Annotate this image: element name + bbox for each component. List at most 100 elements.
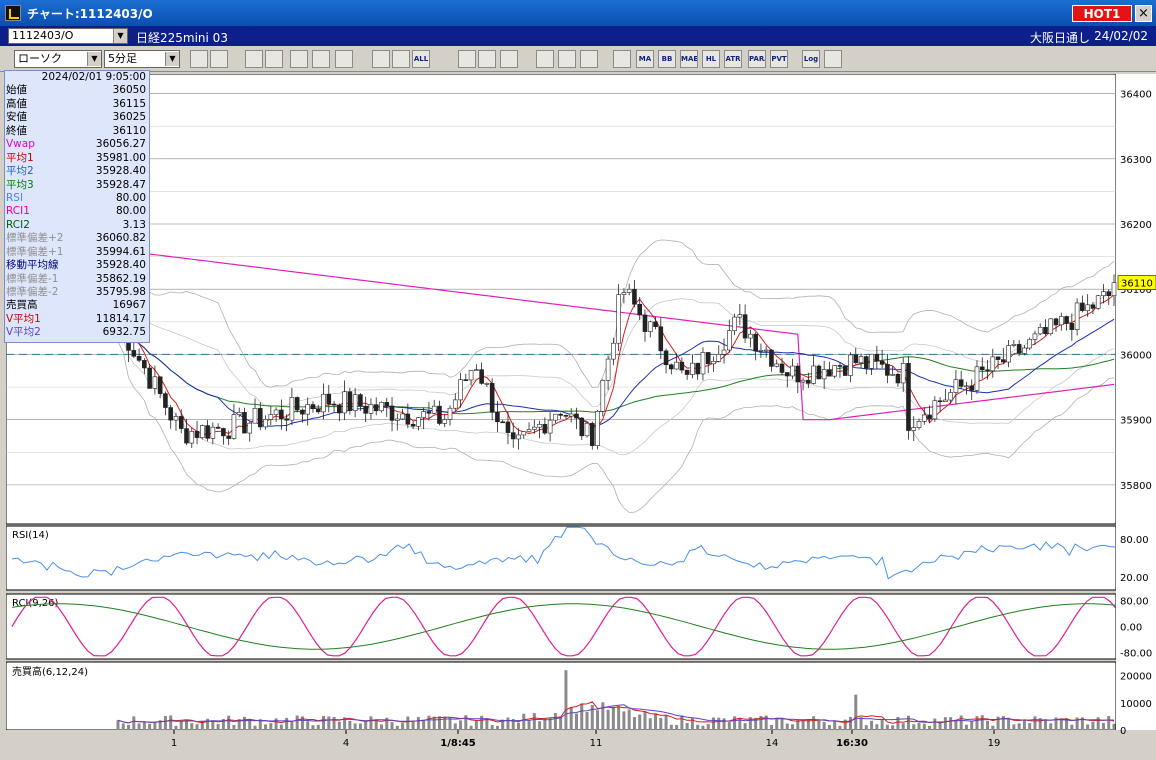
mae-icon[interactable]: MAE	[680, 50, 698, 68]
volume-bar	[938, 722, 942, 730]
x-tick-label: 14	[766, 738, 779, 749]
close-button[interactable]: ×	[1135, 5, 1152, 22]
volume-bar	[964, 724, 968, 730]
volume-bar	[121, 723, 125, 730]
data-row-value: 80.00	[115, 191, 146, 204]
volume-tick-label: 0	[1120, 726, 1126, 737]
export-icon[interactable]	[824, 50, 842, 68]
volume-bar	[933, 718, 937, 730]
grid-icon[interactable]	[536, 50, 554, 68]
volume-bar	[638, 714, 642, 730]
zoom-icon[interactable]	[190, 50, 208, 68]
wrench-icon[interactable]	[558, 50, 576, 68]
candle-body	[906, 363, 911, 431]
data-row: RCI2 3.13	[5, 219, 149, 232]
cursor-icon[interactable]	[478, 50, 496, 68]
candle-body	[595, 411, 600, 446]
volume-bar	[179, 721, 183, 730]
chart-canvas[interactable]: 3640036300362003610036000359003580036110…	[5, 73, 1156, 758]
candle-body	[368, 404, 374, 414]
data-row: RCI1 80.00	[5, 205, 149, 218]
volume-bar	[1033, 716, 1037, 730]
chevron-down-icon[interactable]: ▼	[113, 29, 127, 43]
volume-bar	[727, 722, 731, 730]
candle-body	[389, 405, 395, 421]
candle-body	[895, 374, 901, 384]
candle-body	[1006, 345, 1011, 363]
hot-button[interactable]: HOT1	[1072, 5, 1132, 22]
candle-body	[695, 362, 700, 375]
pvt-icon[interactable]: PVT	[770, 50, 788, 68]
volume-bar	[659, 717, 663, 730]
market-session: 大阪日通し	[1029, 31, 1090, 45]
color-icon[interactable]	[580, 50, 598, 68]
undo-icon[interactable]	[500, 50, 518, 68]
volume-bar	[411, 720, 415, 730]
window-title: チャート:1112403/O	[27, 6, 153, 21]
candle-body	[1037, 327, 1043, 335]
volume-bar	[1007, 717, 1011, 730]
symbol-select[interactable]: 1112403/O ▼	[8, 28, 128, 44]
volume-bar	[611, 706, 615, 730]
log-icon[interactable]: Log	[802, 50, 820, 68]
chart-area[interactable]: 36400 36300 36200 36100 36000 35900 35800 36110…	[5, 73, 1156, 758]
candle-body	[774, 363, 780, 367]
para-icon[interactable]: PARA	[748, 50, 766, 68]
data-row-value: 35981.00	[95, 151, 146, 164]
trend-icon[interactable]	[458, 50, 476, 68]
candle-body	[1074, 302, 1080, 330]
volume-bar	[980, 715, 984, 730]
candle-body	[568, 413, 574, 417]
volume-bar	[169, 715, 173, 730]
chevron-down-icon[interactable]: ▼	[87, 52, 101, 66]
candle-body	[136, 356, 142, 361]
data-row: V平均2 6932.75	[5, 326, 149, 339]
candle-body	[1016, 344, 1022, 354]
chart-type-value: ローソク	[18, 52, 62, 65]
compare-icon[interactable]	[392, 50, 410, 68]
all-icon[interactable]: ALL	[412, 50, 430, 68]
draw-icon[interactable]	[335, 50, 353, 68]
chevron-down-icon[interactable]: ▼	[165, 52, 179, 66]
candle-body	[1090, 304, 1096, 309]
candle-body	[1032, 333, 1038, 340]
candle-body	[300, 409, 305, 415]
data-row: 売買高 16967	[5, 299, 149, 312]
data-row: 高値 36115	[5, 98, 149, 111]
candle-body	[479, 369, 484, 384]
timeframe-select[interactable]: 5分足 ▼	[104, 50, 180, 68]
candle-body	[358, 394, 363, 407]
candle-body	[279, 409, 284, 420]
candle-body	[431, 405, 437, 414]
volume-bar	[311, 725, 315, 730]
search-icon[interactable]	[265, 50, 283, 68]
candle-body	[879, 360, 885, 365]
data-row: 標準偏差+2 36060.82	[5, 232, 149, 245]
chart-icon[interactable]	[290, 50, 308, 68]
candle-icon[interactable]	[372, 50, 390, 68]
candle-body	[958, 379, 964, 387]
volume-bar	[401, 723, 405, 730]
atr-icon[interactable]: ATR	[724, 50, 742, 68]
period-icon[interactable]	[245, 50, 263, 68]
volume-bar	[1022, 720, 1026, 730]
ma-icon[interactable]: MA	[636, 50, 654, 68]
chart-type-select[interactable]: ローソク ▼	[14, 50, 102, 68]
hl-icon[interactable]: HL	[702, 50, 720, 68]
instrument-name: 日経225mini 03	[136, 31, 228, 45]
crosshair-icon[interactable]	[210, 50, 228, 68]
volume-bar	[1070, 724, 1074, 730]
volume-bar	[632, 717, 636, 730]
plusminus-icon[interactable]	[312, 50, 330, 68]
candle-body	[732, 316, 737, 331]
volume-bar	[227, 715, 231, 730]
candle-body	[1064, 316, 1069, 324]
candle-body	[827, 369, 832, 377]
volume-bar	[279, 724, 283, 730]
volume-bar	[912, 724, 916, 730]
bb-icon[interactable]: BB	[658, 50, 676, 68]
data-row-value: 16967	[112, 299, 146, 312]
ichimoku-icon[interactable]	[613, 50, 631, 68]
candle-body	[869, 353, 874, 369]
candle-body	[890, 374, 895, 376]
